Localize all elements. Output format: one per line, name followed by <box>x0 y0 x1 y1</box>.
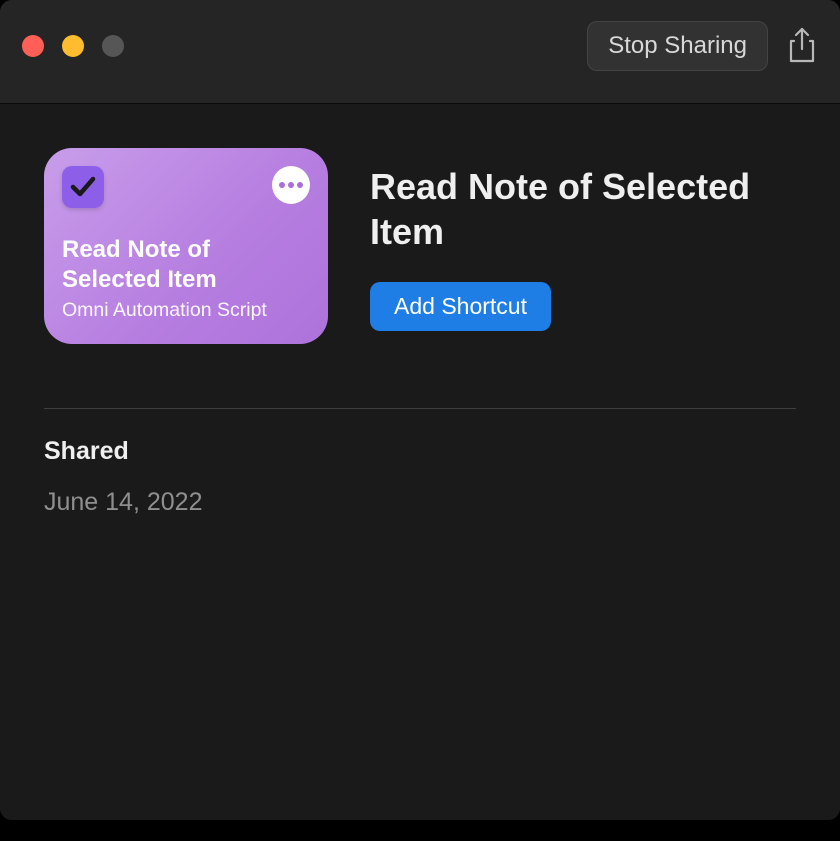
checkmark-icon <box>68 172 98 202</box>
section-divider <box>44 408 796 409</box>
shortcut-info: Read Note of Selected Item Add Shortcut <box>370 148 796 331</box>
ellipsis-icon <box>297 182 303 188</box>
app-icon <box>62 166 104 208</box>
shortcut-card-subtitle: Omni Automation Script <box>62 299 310 322</box>
more-options-button[interactable] <box>272 166 310 204</box>
share-icon[interactable] <box>786 27 818 65</box>
traffic-lights <box>22 35 124 57</box>
minimize-window-button[interactable] <box>62 35 84 57</box>
ellipsis-icon <box>279 182 285 188</box>
shared-date: June 14, 2022 <box>44 488 796 517</box>
app-window: Stop Sharing <box>0 0 840 820</box>
card-top-row <box>62 166 310 208</box>
content-area: Read Note of Selected Item Omni Automati… <box>0 104 840 820</box>
stop-sharing-button[interactable]: Stop Sharing <box>587 21 768 71</box>
shared-section-label: Shared <box>44 437 796 466</box>
toolbar-right: Stop Sharing <box>587 21 818 71</box>
fullscreen-window-button[interactable] <box>102 35 124 57</box>
add-shortcut-button[interactable]: Add Shortcut <box>370 282 551 331</box>
titlebar: Stop Sharing <box>0 0 840 104</box>
page-title: Read Note of Selected Item <box>370 164 796 254</box>
shortcut-card[interactable]: Read Note of Selected Item Omni Automati… <box>44 148 328 344</box>
shortcut-card-title: Read Note of Selected Item <box>62 235 310 295</box>
ellipsis-icon <box>288 182 294 188</box>
close-window-button[interactable] <box>22 35 44 57</box>
shortcut-header: Read Note of Selected Item Omni Automati… <box>44 148 796 344</box>
card-text: Read Note of Selected Item Omni Automati… <box>62 235 310 322</box>
